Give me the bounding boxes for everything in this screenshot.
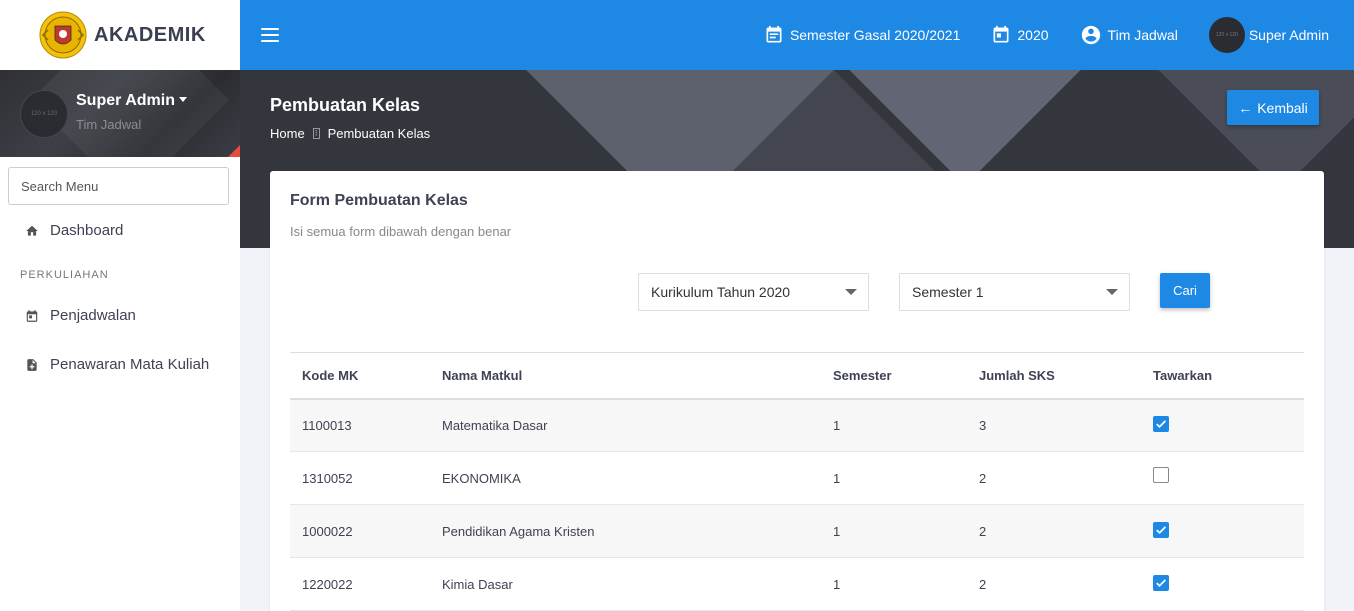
form-subtitle: Isi semua form dibawah dengan benar	[290, 224, 512, 239]
arrow-left-icon: ←	[1238, 99, 1253, 116]
breadcrumb: Home ⁝ Pembuatan Kelas	[270, 126, 430, 141]
back-button[interactable]: ← Kembali	[1227, 90, 1319, 125]
cell-kode: 1100013	[290, 398, 430, 452]
account-circle-icon	[1081, 25, 1100, 45]
table-row: 1310052 EKONOMIKA 1 2	[290, 451, 1304, 505]
cell-semester: 1	[821, 504, 967, 558]
year-label: 2020	[1017, 27, 1049, 43]
event-note-icon	[766, 25, 782, 43]
cell-kode: 1220022	[290, 557, 430, 611]
sidebar-item-label: Dashboard	[50, 222, 124, 239]
sidebar: AKADEMIK 120 x 120 Super Admin Tim Jadwa…	[0, 0, 240, 611]
cell-sks: 2	[967, 504, 1141, 558]
team-label: Tim Jadwal	[1107, 27, 1178, 43]
table-row: 1100013 Matematika Dasar 1 3	[290, 398, 1304, 452]
university-logo-icon	[38, 10, 88, 60]
menu-toggle-icon[interactable]	[261, 28, 279, 42]
cell-nama: Matematika Dasar	[430, 398, 821, 452]
semester-indicator[interactable]: Semester Gasal 2020/2021	[764, 25, 960, 45]
calendar-icon	[24, 308, 40, 324]
user-role: Tim Jadwal	[76, 117, 142, 132]
home-icon	[24, 223, 40, 239]
breadcrumb-home[interactable]: Home	[270, 126, 305, 141]
check-icon	[1156, 420, 1167, 428]
sidebar-item-label: Penawaran Mata Kuliah	[50, 356, 210, 373]
user-panel: 120 x 120 Super Admin Tim Jadwal	[0, 70, 240, 157]
back-button-label: Kembali	[1257, 99, 1308, 116]
sidebar-item-label: Penjadwalan	[50, 307, 136, 324]
table-header-row: Kode MK Nama Matkul Semester Jumlah SKS …	[290, 352, 1304, 400]
search-menu-input[interactable]	[8, 167, 229, 205]
cell-sks: 2	[967, 557, 1141, 611]
offer-checkbox[interactable]	[1153, 415, 1169, 432]
cell-sks: 2	[967, 451, 1141, 505]
semester-select-value: Semester 1	[912, 284, 984, 300]
cell-semester: 1	[821, 557, 967, 611]
semester-select[interactable]: Semester 1	[899, 273, 1130, 311]
cell-tawarkan	[1141, 557, 1304, 611]
breadcrumb-separator-icon: ⁝	[312, 128, 320, 139]
curriculum-select-value: Kurikulum Tahun 2020	[651, 284, 791, 300]
semester-label: Semester Gasal 2020/2021	[789, 27, 961, 43]
user-menu[interactable]: 120 x 120 Super Admin	[1208, 17, 1329, 53]
column-header: Kode MK	[290, 352, 430, 400]
avatar: 120 x 120	[1208, 17, 1245, 53]
cell-nama: Pendidikan Agama Kristen	[430, 504, 821, 558]
column-header: Jumlah SKS	[967, 352, 1141, 400]
cell-tawarkan	[1141, 398, 1304, 452]
check-icon	[1156, 578, 1167, 587]
brand[interactable]: AKADEMIK	[0, 0, 240, 70]
team-indicator[interactable]: Tim Jadwal	[1080, 24, 1178, 46]
chevron-down-icon	[845, 289, 857, 295]
form-card: Form Pembuatan Kelas Isi semua form diba…	[270, 171, 1324, 611]
cell-kode: 1310052	[290, 451, 430, 505]
sidebar-item-dashboard[interactable]: Dashboard	[0, 206, 240, 255]
topbar: Semester Gasal 2020/2021 2020 Tim Jadwal…	[240, 0, 1354, 70]
brand-title: AKADEMIK	[94, 23, 206, 46]
page-title: Pembuatan Kelas	[270, 95, 421, 115]
column-header: Nama Matkul	[430, 352, 821, 400]
cell-tawarkan	[1141, 451, 1304, 505]
curriculum-select[interactable]: Kurikulum Tahun 2020	[638, 273, 869, 311]
cell-semester: 1	[821, 451, 967, 505]
year-indicator[interactable]: 2020	[991, 25, 1049, 45]
search-button[interactable]: Cari	[1160, 273, 1210, 308]
user-name: Super Admin	[76, 92, 175, 109]
table-row: 1000022 Pendidikan Agama Kristen 1 2	[290, 504, 1304, 558]
user-label: Super Admin	[1248, 27, 1329, 43]
cell-sks: 3	[967, 398, 1141, 452]
offer-checkbox[interactable]	[1153, 521, 1169, 538]
document-icon	[24, 357, 40, 373]
caret-down-icon	[178, 96, 187, 102]
offer-checkbox[interactable]	[1153, 574, 1169, 591]
column-header: Tawarkan	[1141, 352, 1304, 400]
form-title: Form Pembuatan Kelas	[290, 192, 468, 209]
cell-tawarkan	[1141, 504, 1304, 558]
table-row: 1220022 Kimia Dasar 1 2	[290, 557, 1304, 611]
menu-section-header: PERKULIAHAN	[20, 269, 109, 281]
sidebar-item-penawaran-mata-kuliah[interactable]: Penawaran Mata Kuliah	[0, 340, 240, 389]
cell-nama: EKONOMIKA	[430, 451, 821, 505]
breadcrumb-current: Pembuatan Kelas	[327, 126, 431, 141]
column-header: Semester	[821, 352, 967, 400]
avatar[interactable]: 120 x 120	[20, 90, 68, 138]
offer-checkbox[interactable]	[1153, 466, 1169, 483]
cell-kode: 1000022	[290, 504, 430, 558]
course-table: Kode MK Nama Matkul Semester Jumlah SKS …	[290, 352, 1304, 611]
user-menu-toggle[interactable]: Super Admin	[76, 92, 187, 110]
calendar-icon	[993, 25, 1009, 43]
cell-semester: 1	[821, 398, 967, 452]
check-icon	[1156, 525, 1167, 534]
cell-nama: Kimia Dasar	[430, 557, 821, 611]
sidebar-item-penjadwalan[interactable]: Penjadwalan	[0, 291, 240, 340]
chevron-down-icon	[1106, 289, 1118, 295]
